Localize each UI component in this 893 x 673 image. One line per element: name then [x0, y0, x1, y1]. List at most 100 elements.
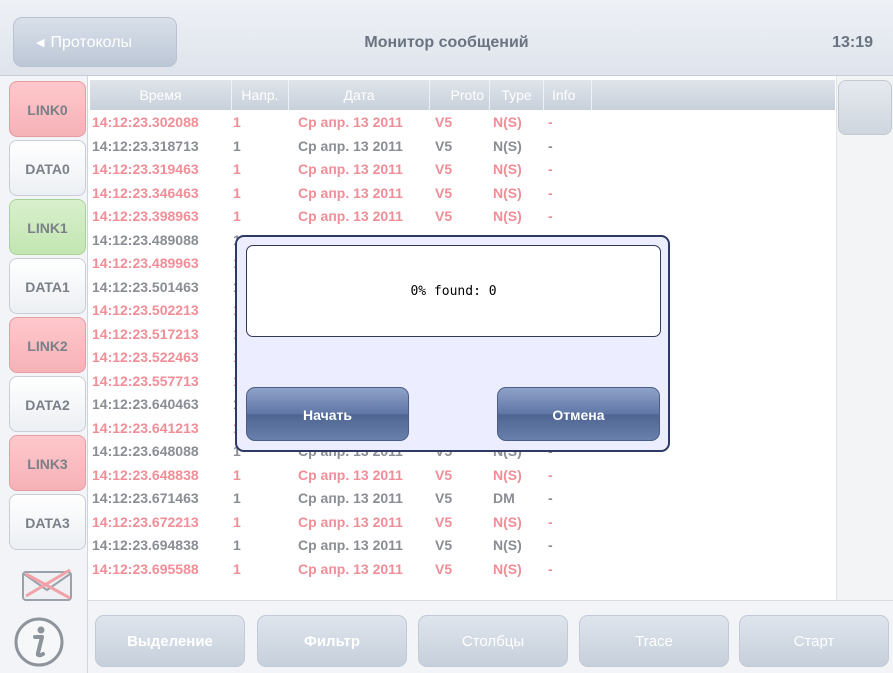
cell-time: 14:12:23.648088	[92, 443, 199, 459]
dialog-status-text: 0% found: 0	[246, 245, 661, 337]
cell-info: -	[548, 537, 553, 553]
column-header-info[interactable]: Info	[544, 80, 592, 110]
cell-date: Ср апр. 13 2011	[298, 184, 403, 201]
column-header-proto[interactable]: Proto	[430, 80, 490, 110]
cell-time: 14:12:23.557713	[92, 372, 199, 389]
search-dialog: 0% found: 0 Начать Отмена	[235, 235, 670, 452]
table-row[interactable]: 14:12:23.672213 1 Ср апр. 13 2011 V5 N(S) -	[90, 511, 835, 533]
cell-dir: 1	[233, 184, 241, 201]
cell-dir: 1	[233, 513, 241, 530]
trace-button[interactable]: Trace	[579, 615, 729, 667]
cell-time: 14:12:23.398963	[92, 208, 199, 224]
header-bar: ◀ Протоколы Монитор сообщений 13:19	[0, 0, 893, 76]
cell-info: -	[548, 161, 553, 177]
table-row[interactable]: 14:12:23.694838 1 Ср апр. 13 2011 V5 N(S) -	[90, 534, 835, 556]
cell-info: -	[548, 137, 553, 154]
column-header-time[interactable]: Время	[90, 80, 232, 110]
selection-button[interactable]: Выделение	[95, 615, 245, 667]
channel-link2-button[interactable]: LINK2	[9, 317, 86, 373]
cell-type: N(S)	[493, 560, 522, 577]
cell-dir: 1	[233, 537, 241, 553]
scrollbar-thumb[interactable]	[838, 80, 892, 135]
cell-date: Ср апр. 13 2011	[298, 114, 403, 130]
info-icon[interactable]	[13, 616, 65, 668]
table-row[interactable]: 14:12:23.319463 1 Ср апр. 13 2011 V5 N(S) -	[90, 158, 835, 180]
cell-dir: 1	[233, 114, 241, 130]
cell-time: 14:12:23.522463	[92, 349, 199, 365]
cell-time: 14:12:23.319463	[92, 161, 199, 177]
channel-sidebar: LINK0 DATA0 LINK1 DATA1 LINK2 DATA2 LINK…	[0, 76, 88, 673]
cell-proto: V5	[435, 208, 453, 224]
cell-time: 14:12:23.489963	[92, 255, 199, 271]
cell-proto: V5	[435, 537, 453, 553]
mail-disabled-icon[interactable]	[20, 566, 76, 606]
cell-date: Ср апр. 13 2011	[298, 537, 403, 553]
cell-proto: V5	[435, 161, 453, 177]
table-row[interactable]: 14:12:23.695588 1 Ср апр. 13 2011 V5 N(S) -	[90, 558, 835, 580]
clock: 13:19	[832, 34, 873, 51]
cell-dir: 1	[233, 466, 241, 483]
filter-button[interactable]: Фильтр	[257, 615, 407, 667]
cell-date: Ср апр. 13 2011	[298, 466, 403, 483]
dialog-cancel-button[interactable]: Отмена	[497, 387, 660, 441]
cell-time: 14:12:23.502213	[92, 302, 199, 318]
scrollbar-track[interactable]	[836, 76, 893, 600]
cell-proto: V5	[435, 114, 453, 130]
channel-data3-button[interactable]: DATA3	[9, 494, 86, 550]
cell-dir: 1	[233, 137, 241, 154]
cell-time: 14:12:23.318713	[92, 137, 199, 154]
cell-type: N(S)	[493, 184, 522, 201]
cell-info: -	[548, 513, 553, 530]
channel-data0-button[interactable]: DATA0	[9, 140, 86, 196]
channel-link0-button[interactable]: LINK0	[9, 81, 86, 137]
channel-link1-button[interactable]: LINK1	[9, 199, 86, 255]
column-header-type[interactable]: Type	[490, 80, 544, 110]
cell-proto: V5	[435, 513, 453, 530]
cell-type: N(S)	[493, 208, 522, 224]
cell-time: 14:12:23.695588	[92, 560, 199, 577]
cell-info: -	[548, 560, 553, 577]
cell-proto: V5	[435, 184, 453, 201]
cell-dir: 1	[233, 161, 241, 177]
cell-time: 14:12:23.648838	[92, 466, 199, 483]
cell-dir: 1	[233, 560, 241, 577]
table-header: Время Напр. Дата Proto Type Info	[90, 80, 835, 110]
channel-data2-button[interactable]: DATA2	[9, 376, 86, 432]
page-title: Монитор сообщений	[364, 34, 529, 51]
cell-time: 14:12:23.302088	[92, 114, 199, 130]
dialog-start-button[interactable]: Начать	[246, 387, 409, 441]
start-button[interactable]: Старт	[739, 615, 889, 667]
cell-time: 14:12:23.672213	[92, 513, 199, 530]
table-row[interactable]: 14:12:23.346463 1 Ср апр. 13 2011 V5 N(S) -	[90, 182, 835, 204]
table-row[interactable]: 14:12:23.398963 1 Ср апр. 13 2011 V5 N(S) -	[90, 205, 835, 227]
cell-date: Ср апр. 13 2011	[298, 490, 403, 506]
cell-date: Ср апр. 13 2011	[298, 513, 403, 530]
table-row[interactable]: 14:12:23.671463 1 Ср апр. 13 2011 V5 DM -	[90, 487, 835, 509]
cell-type: N(S)	[493, 513, 522, 530]
table-row[interactable]: 14:12:23.302088 1 Ср апр. 13 2011 V5 N(S) -	[90, 111, 835, 133]
columns-button[interactable]: Столбцы	[418, 615, 568, 667]
cell-info: -	[548, 466, 553, 483]
cell-time: 14:12:23.694838	[92, 537, 199, 553]
table-row[interactable]: 14:12:23.318713 1 Ср апр. 13 2011 V5 N(S) -	[90, 135, 835, 157]
channel-link3-button[interactable]: LINK3	[9, 435, 86, 491]
cell-proto: V5	[435, 466, 453, 483]
cell-time: 14:12:23.641213	[92, 419, 199, 436]
cell-time: 14:12:23.671463	[92, 490, 199, 506]
cell-dir: 1	[233, 490, 241, 506]
cell-info: -	[548, 490, 553, 506]
cell-proto: V5	[435, 490, 453, 506]
cell-time: 14:12:23.501463	[92, 278, 199, 295]
cell-type: N(S)	[493, 114, 522, 130]
table-row[interactable]: 14:12:23.648838 1 Ср апр. 13 2011 V5 N(S) -	[90, 464, 835, 486]
cell-time: 14:12:23.346463	[92, 184, 199, 201]
column-header-dir[interactable]: Напр.	[232, 80, 289, 110]
cell-date: Ср апр. 13 2011	[298, 560, 403, 577]
cell-info: -	[548, 184, 553, 201]
channel-data1-button[interactable]: DATA1	[9, 258, 86, 314]
cell-type: N(S)	[493, 466, 522, 483]
cell-time: 14:12:23.489088	[92, 231, 199, 248]
cell-dir: 1	[233, 208, 241, 224]
column-header-date[interactable]: Дата	[289, 80, 430, 110]
cell-time: 14:12:23.640463	[92, 396, 199, 412]
